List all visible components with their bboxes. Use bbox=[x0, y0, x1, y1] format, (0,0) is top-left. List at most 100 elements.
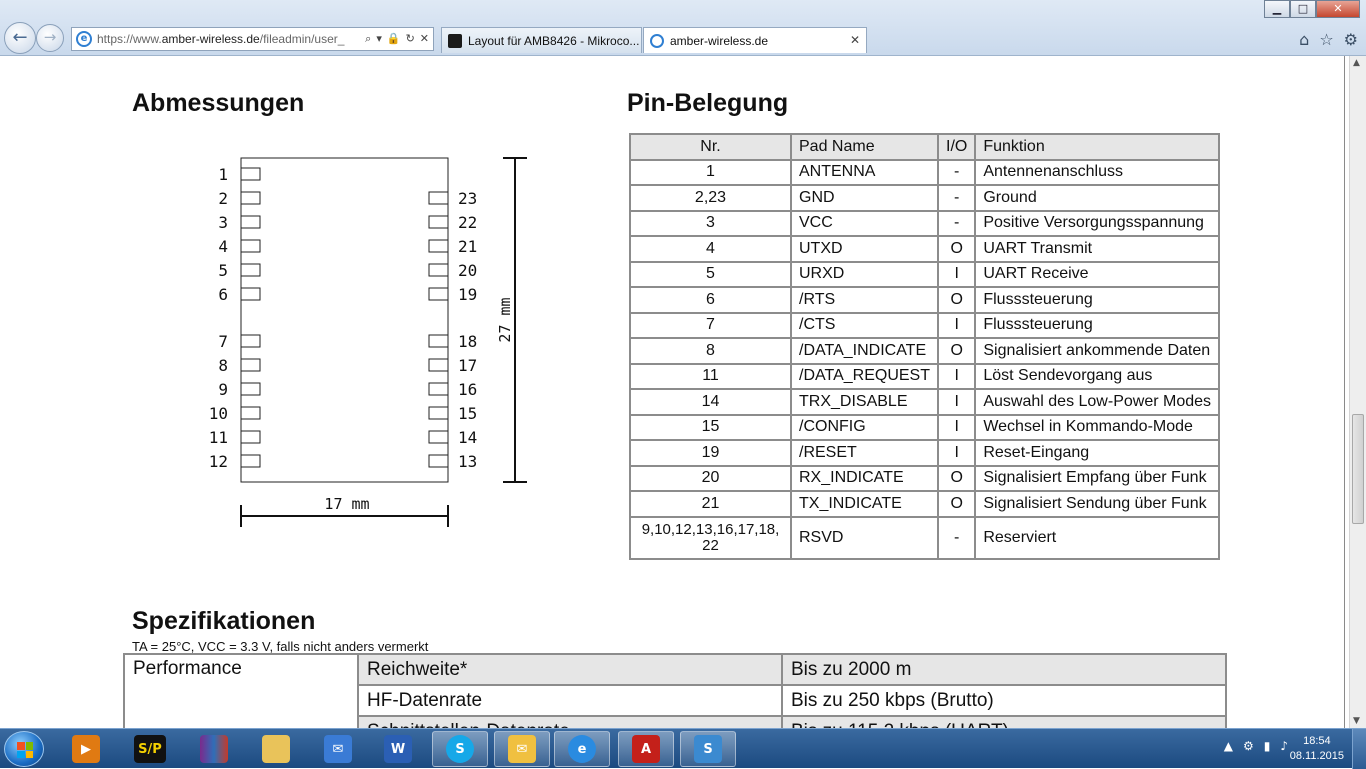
table-row: 11/DATA_REQUEST I Löst Sendevorgang aus bbox=[629, 362, 1221, 390]
pin-io: O bbox=[936, 286, 977, 314]
pad-name: ANTENNA bbox=[790, 158, 939, 186]
pad-name: TRX_DISABLE bbox=[790, 388, 939, 416]
vertical-scrollbar[interactable]: ▲ ▼ bbox=[1349, 56, 1366, 728]
taskbar-acrobat[interactable]: A bbox=[618, 731, 674, 767]
taskbar-explorer[interactable] bbox=[248, 731, 304, 767]
pin-funktion: Flusssteuerung bbox=[974, 286, 1221, 314]
toolbar-icons: ⌂ ☆ ⚙ bbox=[1299, 30, 1358, 49]
start-button[interactable] bbox=[4, 731, 44, 767]
lock-icon[interactable]: 🔒 bbox=[387, 32, 401, 46]
volume-icon[interactable]: ♪ bbox=[1280, 739, 1288, 753]
pin-pad bbox=[428, 239, 449, 253]
pad-name: /DATA_REQUEST bbox=[790, 362, 939, 390]
pin-pad bbox=[428, 191, 449, 205]
pin-io: I bbox=[936, 311, 977, 339]
scroll-up-icon[interactable]: ▲ bbox=[1353, 58, 1360, 68]
back-button[interactable]: ← bbox=[4, 22, 36, 54]
network-tool-icon: S bbox=[694, 735, 722, 763]
dropdown-icon[interactable]: ▾ bbox=[376, 32, 382, 46]
table-row: 21 TX_INDICATE O Signalisiert Sendung über … bbox=[629, 490, 1221, 518]
tab-amber-wireless[interactable]: amber-wireless.de ✕ bbox=[643, 27, 867, 53]
minimize-button[interactable]: ▁ bbox=[1264, 0, 1290, 18]
pin-io: - bbox=[936, 184, 977, 212]
taskbar-word[interactable]: W bbox=[370, 731, 426, 767]
ie-favicon-icon bbox=[650, 33, 664, 48]
close-tab-icon[interactable]: ✕ bbox=[850, 33, 860, 47]
pin-pad bbox=[240, 430, 261, 444]
stop-icon[interactable]: ✕ bbox=[420, 32, 429, 46]
taskbar-clock[interactable]: 18:54 08.11.2015 bbox=[1290, 734, 1344, 764]
pin-nr: 9,10,12,13,16,17,18, 22 bbox=[629, 515, 792, 560]
network-signal-icon[interactable]: ▮ bbox=[1264, 739, 1271, 753]
pin-nr: 8 bbox=[629, 337, 792, 365]
address-bar[interactable]: e https://www.amber-wireless.de/fileadmi… bbox=[71, 27, 434, 51]
url-prefix: https://www. bbox=[97, 32, 162, 46]
header-pad-name: Pad Name bbox=[790, 133, 939, 161]
taskbar-network-tool[interactable]: S bbox=[680, 731, 736, 767]
tab-mikrocontroller[interactable]: Layout für AMB8426 - Mikroco... bbox=[441, 27, 642, 53]
maximize-button[interactable]: □ bbox=[1290, 0, 1316, 18]
pin-funktion: Wechsel in Kommando-Mode bbox=[974, 413, 1221, 441]
taskbar-media-player[interactable]: ▶ bbox=[58, 731, 114, 767]
pin-pad bbox=[240, 382, 261, 396]
address-url[interactable]: https://www.amber-wireless.de/fileadmin/… bbox=[97, 32, 365, 46]
scroll-down-icon[interactable]: ▼ bbox=[1353, 716, 1360, 726]
pad-name: VCC bbox=[790, 209, 939, 237]
spec-value: Bis zu 250 kbps (Brutto) bbox=[781, 684, 1227, 717]
tray-app-icon[interactable]: ⚙ bbox=[1243, 739, 1254, 753]
spec-value: Bis zu 2000 m bbox=[781, 653, 1227, 686]
close-window-button[interactable]: ✕ bbox=[1316, 0, 1360, 18]
pin-nr: 19 bbox=[629, 439, 792, 467]
skype-icon: S bbox=[446, 735, 474, 763]
pin-pad bbox=[240, 167, 261, 181]
forward-button[interactable]: → bbox=[36, 24, 64, 52]
address-bar-icons: ⌕ ▾ 🔒 ↻ ✕ bbox=[365, 32, 433, 46]
tab-title: amber-wireless.de bbox=[670, 33, 769, 48]
pin-io: - bbox=[936, 515, 977, 560]
pin-funktion: Positive Versorgungsspannung bbox=[974, 209, 1221, 237]
favorites-star-icon[interactable]: ☆ bbox=[1319, 30, 1333, 49]
taskbar-skype[interactable]: S bbox=[432, 731, 488, 767]
tray-expand-icon[interactable]: ▲ bbox=[1224, 739, 1233, 753]
pin-number-label: 8 bbox=[218, 356, 228, 375]
taskbar-winrar[interactable] bbox=[186, 731, 242, 767]
pin-pad bbox=[428, 406, 449, 420]
pin-number-label: 21 bbox=[458, 237, 477, 256]
pin-pad bbox=[428, 430, 449, 444]
taskbar-outlook[interactable]: ✉ bbox=[494, 731, 550, 767]
scrollbar-thumb[interactable] bbox=[1352, 414, 1364, 524]
pin-nr: 2,23 bbox=[629, 184, 792, 212]
taskbar-sp[interactable]: S/P bbox=[122, 731, 178, 767]
spec-conditions-note: TA = 25°C, VCC = 3.3 V, falls nicht ande… bbox=[132, 639, 429, 654]
clock-date: 08.11.2015 bbox=[1289, 750, 1344, 762]
dimension-drawing: 123456789101112 2322212019181716151413 1… bbox=[209, 157, 527, 527]
pin-number-label: 6 bbox=[218, 285, 228, 304]
gear-icon[interactable]: ⚙ bbox=[1344, 30, 1358, 49]
pin-io: I bbox=[936, 439, 977, 467]
pin-pad bbox=[240, 358, 261, 372]
pin-pad bbox=[428, 382, 449, 396]
pin-funktion: Signalisiert ankommende Daten bbox=[974, 337, 1221, 365]
pin-pad bbox=[240, 454, 261, 468]
show-desktop-button[interactable] bbox=[1352, 729, 1366, 769]
search-icon[interactable]: ⌕ bbox=[365, 32, 371, 46]
pad-name: /RTS bbox=[790, 286, 939, 314]
pin-number-label: 16 bbox=[458, 380, 477, 399]
taskbar-internet-explorer[interactable]: e bbox=[554, 731, 610, 767]
pin-table: Nr. Pad Name I/O Funktion 1 ANTENNA - Anten… bbox=[629, 133, 1221, 560]
spec-parameter: Reichweite* bbox=[357, 653, 783, 686]
pin-number-label: 4 bbox=[218, 237, 228, 256]
table-row: 1 ANTENNA - Antennenanschluss bbox=[629, 158, 1221, 186]
pin-funktion: Signalisiert Sendung über Funk bbox=[974, 490, 1221, 518]
media-player-icon: ▶ bbox=[72, 735, 100, 763]
home-icon[interactable]: ⌂ bbox=[1299, 30, 1309, 49]
table-row: 5 URXD I UART Receive bbox=[629, 260, 1221, 288]
pin-io: O bbox=[936, 464, 977, 492]
pad-name: TX_INDICATE bbox=[790, 490, 939, 518]
pad-name: GND bbox=[790, 184, 939, 212]
taskbar-mail[interactable]: ✉ bbox=[310, 731, 366, 767]
refresh-icon[interactable]: ↻ bbox=[406, 32, 415, 46]
pad-name: UTXD bbox=[790, 235, 939, 263]
pin-pad bbox=[240, 406, 261, 420]
pin-number-label: 2 bbox=[218, 189, 228, 208]
